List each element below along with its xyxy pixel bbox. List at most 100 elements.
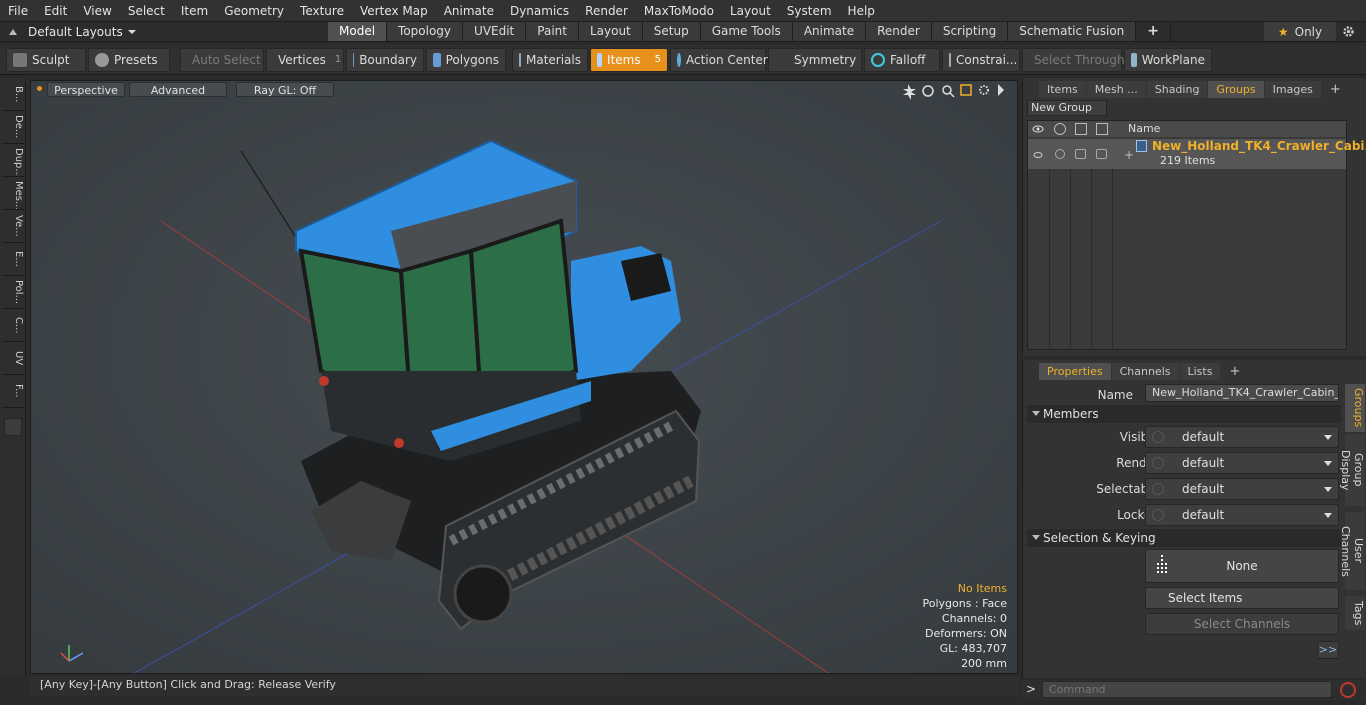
name-input[interactable]: New_Holland_TK4_Crawler_Cabin_Ne <box>1145 384 1339 402</box>
add-properties-tab-button[interactable]: + <box>1221 363 1248 380</box>
name-column-header: Name <box>1128 122 1161 135</box>
expand-icon[interactable]: + <box>1124 148 1134 162</box>
group-row[interactable]: + New_Holland_TK4_Crawler_Cabi... 219 It… <box>1028 139 1366 169</box>
tab-setup[interactable]: Setup <box>642 22 701 41</box>
viewport-menu-dot[interactable] <box>37 86 42 91</box>
materials-button[interactable]: Materials <box>512 47 588 72</box>
visibility-toggle-icon[interactable] <box>1033 149 1043 159</box>
menu-dynamics[interactable]: Dynamics <box>502 0 577 22</box>
tab-schematic-fusion[interactable]: Schematic Fusion <box>1008 22 1137 41</box>
menu-help[interactable]: Help <box>840 0 883 22</box>
select-toggle-icon[interactable] <box>1096 149 1107 159</box>
add-tab-button[interactable]: + <box>1136 22 1172 41</box>
menu-select[interactable]: Select <box>120 0 173 22</box>
raygl-dropdown[interactable]: Ray GL: Off <box>236 82 334 97</box>
constraints-button[interactable]: Constrai... <box>942 47 1020 72</box>
gear-icon[interactable] <box>1342 25 1355 41</box>
tab-mesh[interactable]: Mesh ... <box>1086 80 1146 98</box>
strip-toggle-button[interactable] <box>4 418 22 436</box>
tab-animate[interactable]: Animate <box>792 22 867 41</box>
render-toggle-icon[interactable] <box>1055 149 1065 159</box>
menu-file[interactable]: File <box>0 0 36 22</box>
menu-animate[interactable]: Animate <box>436 0 502 22</box>
menu-render[interactable]: Render <box>577 0 636 22</box>
tab-properties[interactable]: Properties <box>1039 362 1111 380</box>
vertices-button[interactable]: Vertices 1 <box>266 47 344 72</box>
left-tab-polygon[interactable]: Pol... <box>2 276 24 309</box>
tab-paint[interactable]: Paint <box>526 22 579 41</box>
menu-geometry[interactable]: Geometry <box>216 0 292 22</box>
locked-row: Locked default <box>1023 504 1341 526</box>
sculpt-button[interactable]: Sculpt <box>6 47 86 72</box>
visible-dropdown[interactable]: default <box>1145 426 1339 448</box>
side-tab-tags[interactable]: Tags <box>1345 596 1365 630</box>
left-tab-vertex[interactable]: Ve... <box>2 210 24 243</box>
action-center-button[interactable]: Action Center <box>670 47 768 72</box>
render-dropdown[interactable]: default <box>1145 452 1339 474</box>
layout-selector[interactable]: Default Layouts <box>28 22 137 41</box>
falloff-icon <box>871 52 885 67</box>
tab-shading[interactable]: Shading <box>1146 80 1208 98</box>
none-button[interactable]: None <box>1145 549 1339 583</box>
workplane-button[interactable]: WorkPlane <box>1124 47 1212 72</box>
presets-button[interactable]: Presets <box>88 47 170 72</box>
auto-select-button[interactable]: Auto Select <box>180 47 264 72</box>
tab-items[interactable]: Items <box>1039 80 1086 98</box>
advanced-dropdown[interactable]: Advanced <box>129 82 227 97</box>
tab-render[interactable]: Render <box>866 22 932 41</box>
only-toggle[interactable]: ★ Only <box>1264 22 1336 41</box>
tab-topology[interactable]: Topology <box>387 22 464 41</box>
side-tab-user-channels[interactable]: User Channels <box>1339 512 1365 590</box>
tab-layout[interactable]: Layout <box>578 22 643 41</box>
record-icon[interactable] <box>1340 682 1356 698</box>
selectable-dropdown[interactable]: default <box>1145 478 1339 500</box>
presets-icon <box>95 52 109 67</box>
grid-size-stat: 200 mm <box>961 657 1007 670</box>
tab-game-tools[interactable]: Game Tools <box>700 22 793 41</box>
left-tab-deform[interactable]: De... <box>2 111 24 144</box>
select-through-button[interactable]: Select Through <box>1022 47 1125 72</box>
left-tab-fusion[interactable]: F... <box>2 375 24 408</box>
tab-scripting[interactable]: Scripting <box>931 22 1009 41</box>
tab-channels[interactable]: Channels <box>1111 362 1179 380</box>
menu-vertex-map[interactable]: Vertex Map <box>352 0 436 22</box>
select-channels-button[interactable]: Select Channels <box>1145 613 1339 635</box>
lock-toggle-icon[interactable] <box>1075 149 1086 159</box>
boundary-button[interactable]: Boundary <box>346 47 424 72</box>
menu-maxtomodo[interactable]: MaxToModo <box>636 0 722 22</box>
locked-dropdown[interactable]: default <box>1145 504 1339 526</box>
perspective-dropdown[interactable]: Perspective <box>47 82 125 97</box>
left-tab-curve[interactable]: C... <box>2 309 24 342</box>
left-tab-basic[interactable]: B... <box>2 78 24 111</box>
tab-uvedit[interactable]: UVEdit <box>463 22 527 41</box>
members-section[interactable]: Members <box>1027 405 1341 423</box>
add-panel-tab-button[interactable]: + <box>1322 81 1349 98</box>
menu-edit[interactable]: Edit <box>36 0 75 22</box>
symmetry-button[interactable]: Symmetry <box>768 47 862 72</box>
3d-viewport[interactable]: Perspective Advanced Ray GL: Off No Item… <box>30 80 1018 674</box>
tab-groups[interactable]: Groups <box>1208 80 1264 98</box>
left-tab-mesh[interactable]: Mes... <box>2 177 24 210</box>
layout-arrow-icon[interactable] <box>6 25 20 39</box>
items-button[interactable]: Items 5 <box>590 47 668 72</box>
menu-view[interactable]: View <box>75 0 119 22</box>
command-input[interactable] <box>1042 681 1332 698</box>
selection-keying-section[interactable]: Selection & Keying <box>1027 529 1341 547</box>
left-tab-duplicate[interactable]: Dup... <box>2 144 24 177</box>
side-tab-groups[interactable]: Groups <box>1345 384 1365 432</box>
menu-item[interactable]: Item <box>173 0 216 22</box>
left-tab-uv[interactable]: UV <box>2 342 24 375</box>
falloff-button[interactable]: Falloff <box>864 47 940 72</box>
menu-texture[interactable]: Texture <box>292 0 352 22</box>
menu-layout[interactable]: Layout <box>722 0 779 22</box>
tab-lists[interactable]: Lists <box>1179 362 1221 380</box>
polygons-button[interactable]: Polygons <box>426 47 506 72</box>
side-tab-group-display[interactable]: Group Display <box>1339 434 1365 506</box>
tab-model[interactable]: Model <box>328 22 388 41</box>
select-items-button[interactable]: Select Items <box>1145 587 1339 609</box>
menu-system[interactable]: System <box>779 0 840 22</box>
tab-images[interactable]: Images <box>1264 80 1321 98</box>
left-tab-edge[interactable]: E... <box>2 243 24 276</box>
more-button[interactable]: >> <box>1317 641 1339 659</box>
new-group-button[interactable]: New Group <box>1027 100 1107 116</box>
